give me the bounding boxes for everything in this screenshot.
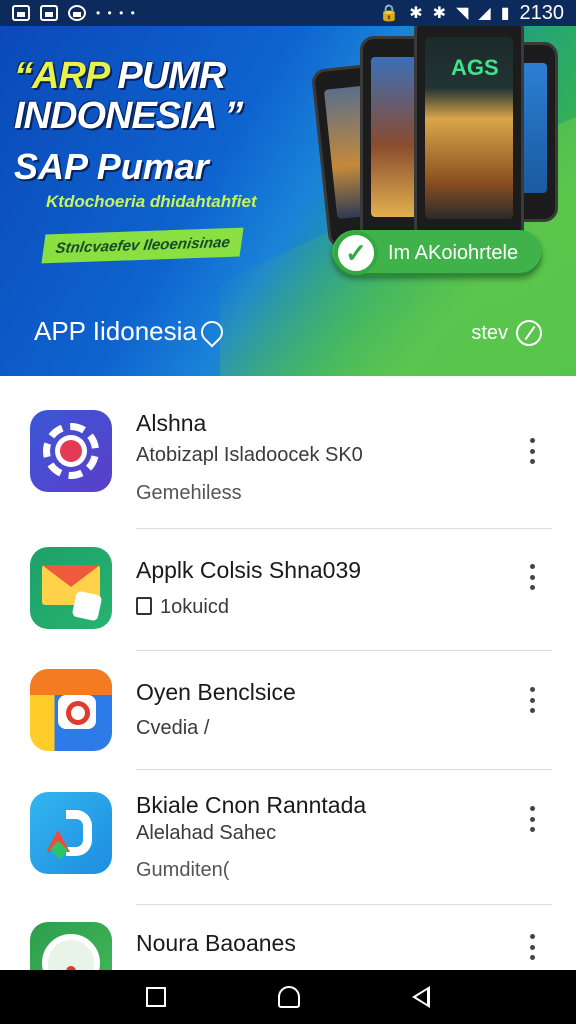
footer-label-text: APP Iidonesia xyxy=(34,316,197,346)
status-left-icons: • • • • xyxy=(12,5,137,21)
app-list[interactable]: Alshna Atobizapl Isladoocek SK0 Gemehile… xyxy=(0,376,576,970)
list-item[interactable]: Noura Baoanes xyxy=(0,904,576,970)
clock-app-icon xyxy=(30,922,112,970)
app-category: Gumditen( xyxy=(136,859,230,881)
no-entry-icon xyxy=(516,320,542,346)
more-options-icon[interactable] xyxy=(522,564,542,590)
app-subtitle: Alelahad Sahec xyxy=(136,822,277,844)
headline-line3: SAP Pumar xyxy=(14,146,209,187)
status-right-icons: 🔒 ✱ ✱ ◥ ◢ ▮ 2130 xyxy=(379,2,564,25)
battery-icon: ▮ xyxy=(500,5,510,22)
headline-line1-a: ARP xyxy=(32,55,109,97)
more-options-icon[interactable] xyxy=(522,438,542,464)
app-subtitle: 1okuicd xyxy=(136,596,229,619)
promo-banner[interactable]: AGS “ARP PUMR INDONESIA ” SAP Pumar Ktdo… xyxy=(0,26,576,376)
banner-cta-button[interactable]: ✓ Im AKoiohrtele xyxy=(332,230,542,276)
chat-bubble-icon xyxy=(196,315,228,348)
document-icon xyxy=(136,597,152,615)
list-item[interactable]: Alshna Atobizapl Isladoocek SK0 Gemehile… xyxy=(0,376,576,529)
more-options-icon[interactable] xyxy=(522,806,542,832)
app-logo-icon xyxy=(30,792,112,874)
app-subtitle-text: 1okuicd xyxy=(160,596,229,618)
settings-app-icon xyxy=(30,410,112,492)
banner-footer-right[interactable]: stev xyxy=(471,320,542,346)
phone-mockup: AGS xyxy=(414,26,524,248)
headline-quote: “ xyxy=(14,55,33,97)
footer-right-text: stev xyxy=(471,321,508,344)
banner-subtitle: Ktdochoeria dhidahtahfiet xyxy=(46,192,257,211)
mail-app-icon xyxy=(30,547,112,629)
signal-icon: ◢ xyxy=(478,5,491,22)
camera-app-icon xyxy=(30,669,112,751)
app-title: Noura Baoanes xyxy=(136,930,296,956)
image-icon xyxy=(40,5,58,21)
app-title: Bkiale Cnon Ranntada xyxy=(136,792,367,818)
back-icon[interactable] xyxy=(412,986,430,1008)
banner-footer-label: APP Iidonesia xyxy=(34,315,228,348)
phone-screen-text: AGS xyxy=(451,55,499,80)
app-subtitle: Cvedia / xyxy=(136,717,210,739)
wifi-icon: ◥ xyxy=(456,5,469,22)
gallery-icon xyxy=(12,5,30,21)
lock-icon: 🔒 xyxy=(379,5,400,22)
list-item[interactable]: Applk Colsis Shna039 1okuicd xyxy=(0,529,576,651)
app-title: Applk Colsis Shna039 xyxy=(136,557,362,583)
notification-dots-icon: • • • • xyxy=(96,6,137,20)
bluetooth-icon: ✱ xyxy=(409,5,423,22)
chat-icon xyxy=(68,5,86,21)
more-options-icon[interactable] xyxy=(522,687,542,713)
cta-label: Im AKoiohrtele xyxy=(388,241,519,264)
app-subtitle: Atobizapl Isladoocek SK0 xyxy=(136,444,363,466)
bluetooth-icon: ✱ xyxy=(432,5,447,22)
home-icon[interactable] xyxy=(278,986,300,1008)
app-title: Oyen Benclsice xyxy=(136,679,296,705)
recents-icon[interactable] xyxy=(146,987,166,1007)
status-bar: • • • • 🔒 ✱ ✱ ◥ ◢ ▮ 2130 xyxy=(0,0,576,26)
headline-line2: INDONESIA ” xyxy=(14,95,243,137)
app-title: Alshna xyxy=(136,410,207,436)
navigation-bar xyxy=(0,970,576,1024)
more-options-icon[interactable] xyxy=(522,934,542,960)
banner-headline: “ARP PUMR INDONESIA ” SAP Pumar xyxy=(14,56,314,188)
list-item[interactable]: Oyen Benclsice Cvedia / xyxy=(0,651,576,771)
clock: 2130 xyxy=(519,1,565,24)
app-category: Gemehiless xyxy=(136,482,242,504)
check-icon: ✓ xyxy=(334,231,378,275)
banner-tagline: Stnlcvaefev Ileoenisinae xyxy=(41,227,245,264)
list-item[interactable]: Bkiale Cnon Ranntada Alelahad Sahec Gumd… xyxy=(0,770,576,906)
headline-line1-b: PUMR xyxy=(107,55,226,97)
